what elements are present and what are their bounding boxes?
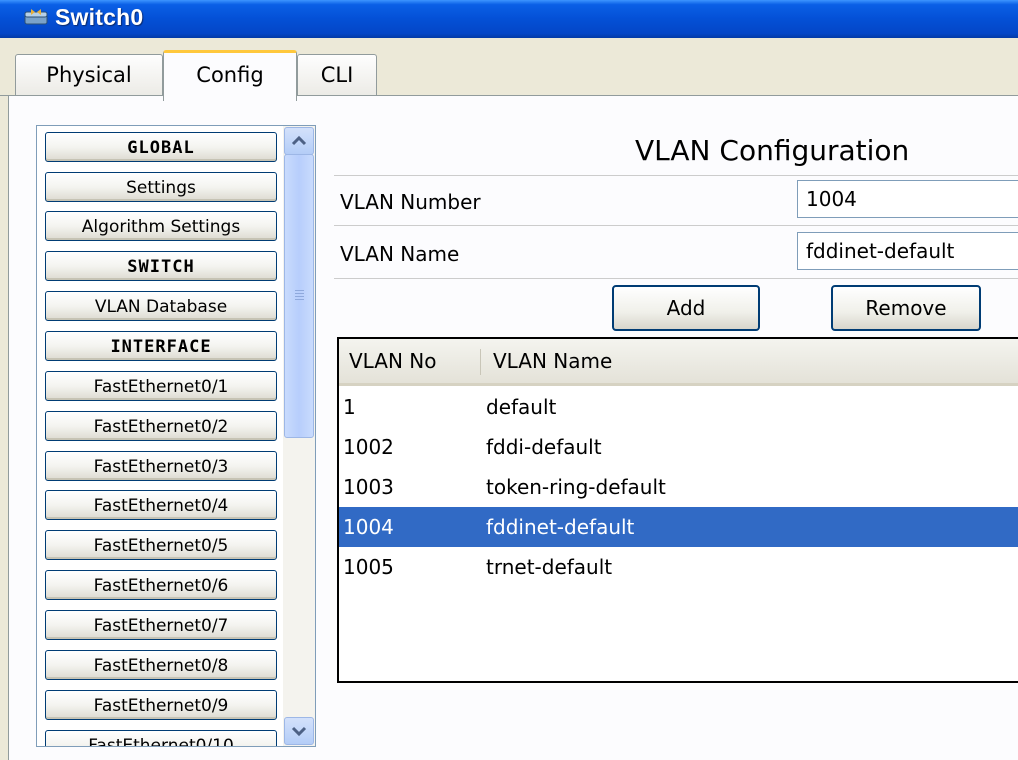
- window-title: Switch0: [55, 4, 144, 30]
- remove-button[interactable]: Remove: [831, 285, 981, 331]
- column-header-vlan-name[interactable]: VLAN Name: [493, 339, 612, 383]
- table-row[interactable]: 1003 token-ring-default: [339, 467, 1018, 507]
- divider: [334, 175, 1018, 176]
- divider: [334, 225, 1018, 226]
- vlan-no-cell: 1002: [343, 435, 394, 459]
- chevron-down-icon: [291, 726, 307, 737]
- tab-config[interactable]: Config: [163, 50, 297, 101]
- sidebar-header-switch: SWITCH: [45, 251, 277, 281]
- vlan-name-field[interactable]: fddinet-default: [797, 232, 1018, 270]
- sidebar-item-fa0-4[interactable]: FastEthernet0/4: [45, 490, 277, 520]
- vlan-name-cell: fddinet-default: [486, 515, 635, 539]
- vlan-name-cell: fddi-default: [486, 435, 602, 459]
- table-header: VLAN No VLAN Name: [339, 339, 1018, 386]
- chevron-up-icon: [291, 135, 307, 146]
- scroll-thumb[interactable]: [284, 154, 314, 438]
- vlan-name-label: VLAN Name: [340, 242, 460, 266]
- sidebar: GLOBAL Settings Algorithm Settings SWITC…: [36, 125, 316, 747]
- vlan-number-field[interactable]: 1004: [797, 180, 1018, 218]
- sidebar-item-fa0-9[interactable]: FastEthernet0/9: [45, 690, 277, 720]
- vlan-no-cell: 1: [343, 395, 356, 419]
- page-title: VLAN Configuration: [635, 134, 910, 167]
- vlan-no-cell: 1004: [343, 515, 394, 539]
- vlan-name-cell: trnet-default: [486, 555, 613, 579]
- vlan-name-cell: default: [486, 395, 557, 419]
- vlan-number-label: VLAN Number: [340, 190, 481, 214]
- scroll-down-button[interactable]: [284, 717, 314, 745]
- sidebar-header-global: GLOBAL: [45, 132, 277, 162]
- table-row-selected[interactable]: 1004 fddinet-default: [339, 507, 1018, 547]
- tab-physical[interactable]: Physical: [15, 54, 163, 95]
- sidebar-item-settings[interactable]: Settings: [45, 172, 277, 202]
- sidebar-scrollbar[interactable]: [283, 126, 315, 746]
- sidebar-item-fa0-1[interactable]: FastEthernet0/1: [45, 371, 277, 401]
- sidebar-item-fa0-10[interactable]: FastEthernet0/10: [45, 730, 277, 746]
- table-row[interactable]: 1005 trnet-default: [339, 547, 1018, 587]
- table-row[interactable]: 1 default: [339, 387, 1018, 427]
- vlan-no-cell: 1005: [343, 555, 394, 579]
- table-row[interactable]: 1002 fddi-default: [339, 427, 1018, 467]
- add-button[interactable]: Add: [612, 285, 760, 331]
- tab-strip: Physical Config CLI: [0, 38, 1018, 101]
- sidebar-item-fa0-7[interactable]: FastEthernet0/7: [45, 610, 277, 640]
- divider: [334, 278, 1018, 279]
- title-bar[interactable]: Switch0: [0, 0, 1018, 38]
- scroll-up-button[interactable]: [284, 127, 314, 155]
- sidebar-item-fa0-3[interactable]: FastEthernet0/3: [45, 451, 277, 481]
- sidebar-item-fa0-2[interactable]: FastEthernet0/2: [45, 411, 277, 441]
- sidebar-item-fa0-5[interactable]: FastEthernet0/5: [45, 530, 277, 560]
- vlan-no-cell: 1003: [343, 475, 394, 499]
- column-header-vlan-no[interactable]: VLAN No: [349, 339, 436, 383]
- sidebar-item-fa0-6[interactable]: FastEthernet0/6: [45, 570, 277, 600]
- tab-cli[interactable]: CLI: [297, 54, 377, 95]
- sidebar-item-vlan-database[interactable]: VLAN Database: [45, 291, 277, 321]
- sidebar-header-interface: INTERFACE: [45, 331, 277, 361]
- sidebar-item-fa0-8[interactable]: FastEthernet0/8: [45, 650, 277, 680]
- sidebar-item-algorithm-settings[interactable]: Algorithm Settings: [45, 211, 277, 241]
- switch-device-icon: [24, 9, 48, 25]
- vlan-name-cell: token-ring-default: [486, 475, 666, 499]
- vlan-table: VLAN No VLAN Name 1 default 1002 fddi-de…: [337, 337, 1018, 683]
